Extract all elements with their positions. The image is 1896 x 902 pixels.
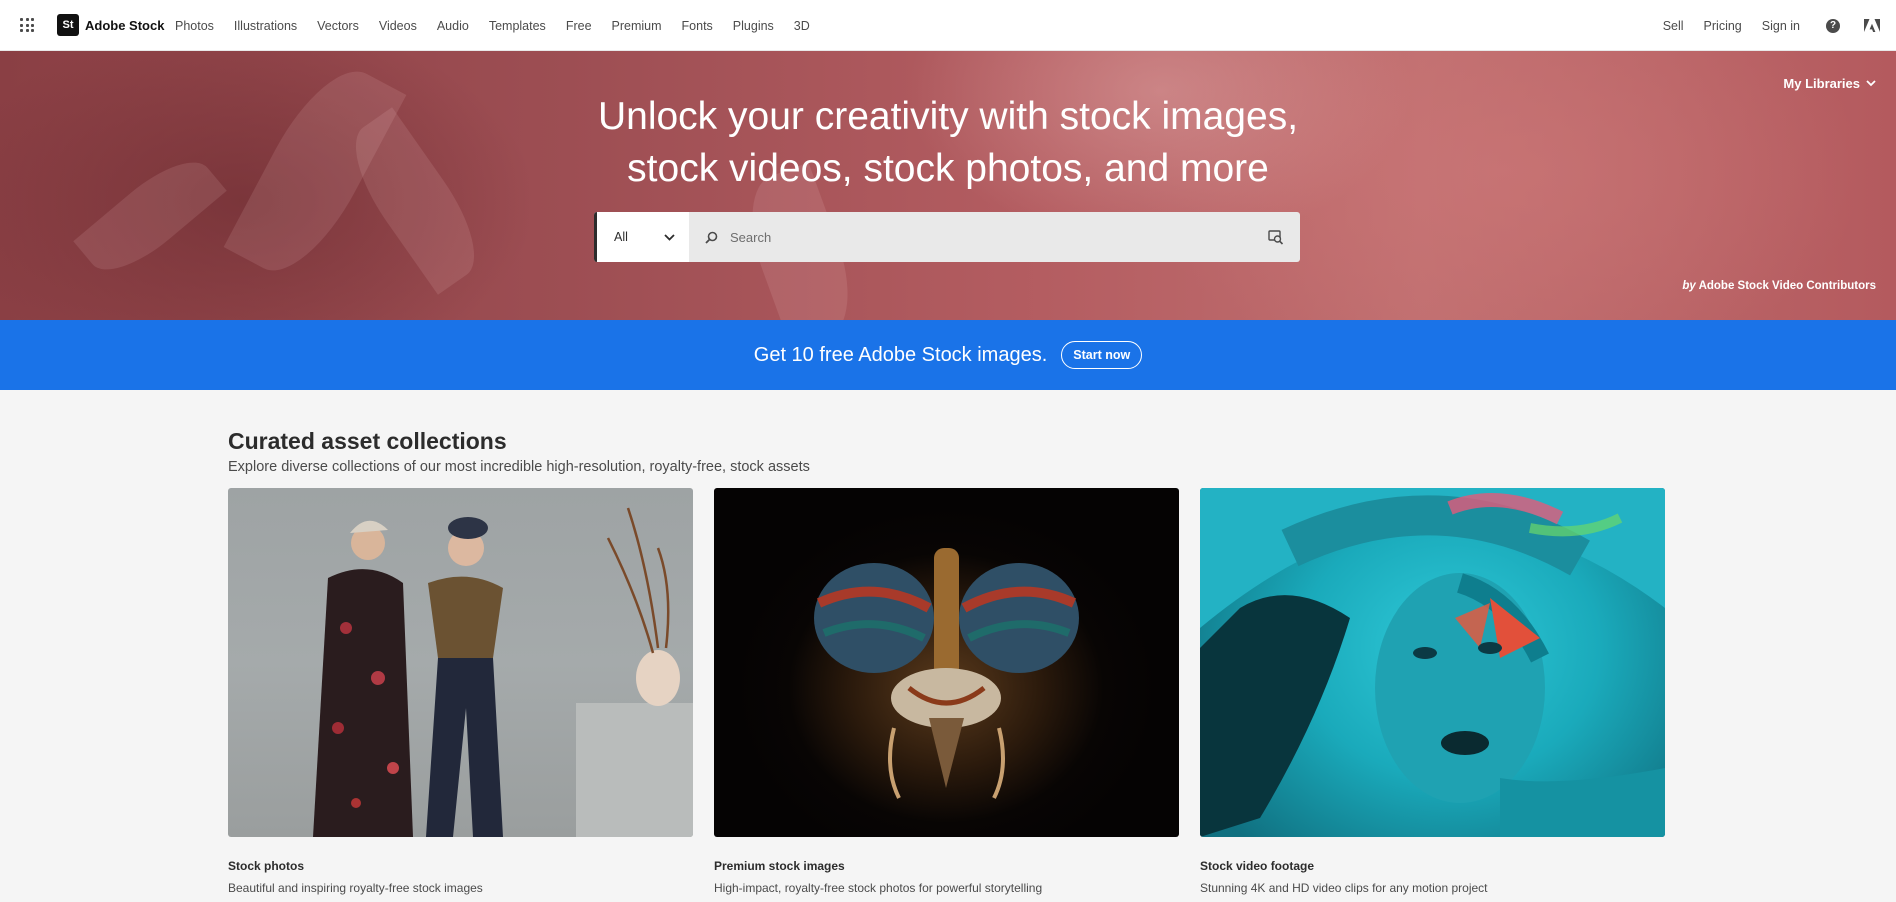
nav-link-fonts[interactable]: Fonts <box>682 19 713 33</box>
nav-link-premium[interactable]: Premium <box>612 19 662 33</box>
section-subtitle: Explore diverse collections of our most … <box>228 459 810 475</box>
collection-title[interactable]: Premium stock images <box>714 859 1179 873</box>
nav-link-free[interactable]: Free <box>566 19 592 33</box>
collection-title[interactable]: Stock video footage <box>1200 859 1665 873</box>
search-field <box>689 212 1300 262</box>
asset-type-select[interactable]: All <box>594 212 689 262</box>
hero-banner: Unlock your creativity with stock images… <box>0 51 1896 320</box>
stock-photos-thumbnail[interactable] <box>228 488 693 837</box>
stock-video-footage-thumbnail[interactable] <box>1200 488 1665 837</box>
collection-description: High-impact, royalty-free stock photos f… <box>714 881 1043 895</box>
visual-search-icon[interactable] <box>1268 229 1284 245</box>
hero-credit: by Adobe Stock Video Contributors <box>1682 280 1876 292</box>
nav-link-photos[interactable]: Photos <box>175 19 214 33</box>
collection-title[interactable]: Stock photos <box>228 859 693 873</box>
nav-link-templates[interactable]: Templates <box>489 19 546 33</box>
adobe-stock-logo: St <box>57 14 79 36</box>
nav-link-plugins[interactable]: Plugins <box>733 19 774 33</box>
my-libraries-menu[interactable]: My Libraries <box>1783 76 1876 91</box>
search-input[interactable] <box>730 229 1268 245</box>
search-icon <box>705 231 718 244</box>
nav-link-videos[interactable]: Videos <box>379 19 417 33</box>
chevron-down-icon <box>664 233 675 241</box>
premium-stock-images-thumbnail[interactable] <box>714 488 1179 837</box>
nav-link-audio[interactable]: Audio <box>437 19 469 33</box>
collection-description: Stunning 4K and HD video clips for any m… <box>1200 881 1488 895</box>
sell-link[interactable]: Sell <box>1663 19 1684 33</box>
nav-link-3d[interactable]: 3D <box>794 19 810 33</box>
start-now-button[interactable]: Start now <box>1061 341 1143 369</box>
nav-link-vectors[interactable]: Vectors <box>317 19 359 33</box>
collection-card-stock-video-footage[interactable]: Stock video footage Stunning 4K and HD v… <box>1200 488 1665 895</box>
brand-link[interactable]: St Adobe Stock <box>57 14 164 36</box>
credit-by: by <box>1682 280 1696 292</box>
hero-title: Unlock your creativity with stock images… <box>0 91 1896 195</box>
app-grid-icon[interactable] <box>20 18 34 32</box>
top-navigation: St Adobe Stock Photos Illustrations Vect… <box>0 0 1896 51</box>
chevron-down-icon <box>1866 80 1876 87</box>
category-nav: Photos Illustrations Vectors Videos Audi… <box>175 0 830 51</box>
my-libraries-label: My Libraries <box>1783 76 1860 91</box>
pricing-link[interactable]: Pricing <box>1704 19 1742 33</box>
sign-in-link[interactable]: Sign in <box>1762 19 1800 33</box>
hero-title-line-2: stock videos, stock photos, and more <box>627 147 1269 190</box>
collection-description: Beautiful and inspiring royalty-free sto… <box>228 881 483 895</box>
nav-link-illustrations[interactable]: Illustrations <box>234 19 297 33</box>
search-bar: All <box>594 212 1300 262</box>
promo-text: Get 10 free Adobe Stock images. <box>753 343 1048 366</box>
credit-name[interactable]: Adobe Stock Video Contributors <box>1699 280 1876 292</box>
adobe-logo-icon[interactable] <box>1864 18 1880 33</box>
free-images-banner: Get 10 free Adobe Stock images. Start no… <box>0 320 1896 390</box>
asset-type-value: All <box>614 230 628 244</box>
collection-card-premium-stock-images[interactable]: Premium stock images High-impact, royalt… <box>714 488 1179 895</box>
account-nav: Sell Pricing Sign in ? <box>1643 0 1880 51</box>
collection-card-stock-photos[interactable]: Stock photos Beautiful and inspiring roy… <box>228 488 693 895</box>
section-title: Curated asset collections <box>228 428 507 454</box>
hero-title-line-1: Unlock your creativity with stock images… <box>597 95 1299 138</box>
help-icon[interactable]: ? <box>1826 18 1840 33</box>
brand-name: Adobe Stock <box>85 17 165 33</box>
